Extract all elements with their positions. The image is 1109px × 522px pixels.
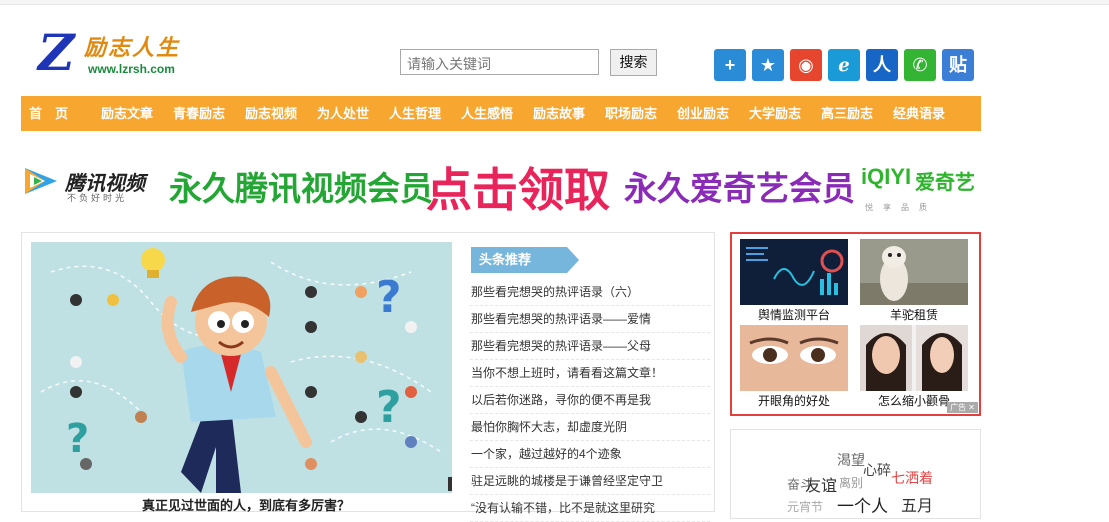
nav-video[interactable]: 励志视频 [245, 96, 297, 131]
nav-articles[interactable]: 励志文章 [101, 96, 153, 131]
headline-item[interactable]: 一个家，越过越好的4个迹象 [470, 441, 710, 468]
logo-name: 励志人生 [84, 35, 181, 60]
headline-item[interactable]: 当你不想上班时，请看看这篇文章！ [470, 360, 710, 387]
ad-label: 羊驼租赁 [889, 308, 938, 322]
ad-close-mark[interactable]: 广告 ✕ [947, 402, 978, 413]
nav-conduct[interactable]: 为人处世 [317, 96, 369, 131]
ad-label: 舆情监测平台 [757, 308, 830, 322]
slide-caption[interactable]: 真正见过世面的人，到底有多厉害？ [142, 495, 350, 514]
cloud-word[interactable]: 心碎 [863, 460, 891, 480]
site-logo[interactable]: Z 励志人生 www.lzrsh.com [38, 28, 198, 80]
nav-philosophy[interactable]: 人生哲理 [389, 96, 441, 131]
weibo-icon[interactable]: ◉ [790, 49, 822, 81]
tag-cloud: 渴望 心碎 奋斗 友谊 离别 七洒着 一个人 五月 元宵节 [730, 429, 981, 519]
ad-label: 开眼角的好处 [757, 394, 830, 408]
iqiyi-logo-text: iQIYI [861, 164, 912, 189]
tencent-play-icon [25, 168, 57, 194]
iqiyi-slogan: 悦享品质 [865, 203, 937, 212]
headline-item[interactable]: 最怕你胸怀大志，却虚度光阴 [470, 414, 710, 441]
cloud-word[interactable]: 五月 [901, 492, 933, 516]
banner-text-claim: 点击领取 [426, 164, 610, 216]
ad-image-faces [860, 325, 968, 391]
search-button[interactable]: 搜索 [610, 49, 657, 76]
ad-box: 舆情监测平台 羊驼租赁 开眼角的好处 怎么缩小颧骨 广告 ✕ [730, 232, 981, 416]
ad-item-alpaca[interactable]: 羊驼租赁 [860, 239, 968, 323]
nav-senior[interactable]: 高三励志 [821, 96, 873, 131]
logo-url: www.lzrsh.com [88, 62, 175, 76]
cloud-word[interactable]: 离别 [839, 474, 863, 491]
headline-item[interactable]: 那些看完想哭的热评语录（六） [470, 279, 710, 306]
banner-text-iqiyi: 永久爱奇艺会员 [624, 170, 855, 207]
nav-youth[interactable]: 青春励志 [173, 96, 225, 131]
wechat-icon[interactable]: ✆ [904, 49, 936, 81]
banner-text-tencent: 永久腾讯视频会员 [169, 170, 433, 207]
tencent-video-slogan: 不负好时光 [67, 193, 128, 203]
slide-page-1[interactable]: 1 [448, 477, 452, 491]
nav-quotes[interactable]: 经典语录 [893, 96, 945, 131]
headlines-list: 那些看完想哭的热评语录（六） 那些看完想哭的热评语录——爱情 那些看完想哭的热评… [470, 279, 710, 522]
ad-image-dashboard [740, 239, 848, 305]
promo-banner[interactable]: 腾讯视频 不负好时光 永久腾讯视频会员 点击领取 永久爱奇艺会员 iQIYI 爱… [21, 150, 981, 220]
cloud-word[interactable]: 渴望 [837, 450, 865, 470]
svg-text:?: ? [376, 272, 402, 323]
nav-college[interactable]: 大学励志 [749, 96, 801, 131]
cloud-word[interactable]: 一个人 [837, 492, 888, 517]
ad-item-eyes[interactable]: 开眼角的好处 [740, 325, 848, 409]
renren-icon[interactable]: 人 [866, 49, 898, 81]
nav-stories[interactable]: 励志故事 [533, 96, 585, 131]
tencent-weibo-icon[interactable]: ℯ [828, 49, 860, 81]
plus-icon[interactable]: + [714, 49, 746, 81]
headline-item[interactable]: 以后若你迷路，寻你的便不再是我 [470, 387, 710, 414]
ad-item-monitoring[interactable]: 舆情监测平台 [740, 239, 848, 323]
svg-text:?: ? [66, 416, 89, 462]
star-icon[interactable]: ★ [752, 49, 784, 81]
headline-item[interactable]: 那些看完想哭的热评语录——父母 [470, 333, 710, 360]
slide-illustration: ? ? ? [31, 242, 452, 493]
headline-item[interactable]: 驻足远眺的城楼是于谦曾经坚定守卫 [470, 468, 710, 495]
svg-text:?: ? [376, 382, 402, 433]
headlines-tag: 头条推荐 [471, 247, 579, 273]
nav-workplace[interactable]: 职场励志 [605, 96, 657, 131]
headline-item[interactable]: “没有认输不错，比不是就这里研究 [470, 495, 710, 522]
search-input[interactable]: 请输入关键词 [400, 49, 599, 75]
ad-item-face[interactable]: 怎么缩小颧骨 [860, 325, 968, 409]
iqiyi-name: 爱奇艺 [915, 172, 975, 194]
ad-image-eyes [740, 325, 848, 391]
nav-home[interactable]: 首 页 [29, 96, 68, 131]
tieba-icon[interactable]: 贴 [942, 49, 974, 81]
browser-top-edge [0, 0, 1109, 5]
cloud-word[interactable]: 七洒着 [891, 468, 933, 488]
cloud-word[interactable]: 友谊 [805, 472, 837, 496]
slideshow[interactable]: ? ? ? 1 2 3 4 5 [31, 242, 452, 493]
nav-insights[interactable]: 人生感悟 [461, 96, 513, 131]
ad-image-alpaca [860, 239, 968, 305]
main-nav: 首 页 励志文章 青春励志 励志视频 为人处世 人生哲理 人生感悟 励志故事 职… [21, 96, 981, 131]
logo-letter: Z [38, 23, 75, 82]
nav-startup[interactable]: 创业励志 [677, 96, 729, 131]
headline-item[interactable]: 那些看完想哭的热评语录——爱情 [470, 306, 710, 333]
content-section: ? ? ? 1 2 3 4 5 真正见过世面的人，到 [21, 232, 715, 522]
